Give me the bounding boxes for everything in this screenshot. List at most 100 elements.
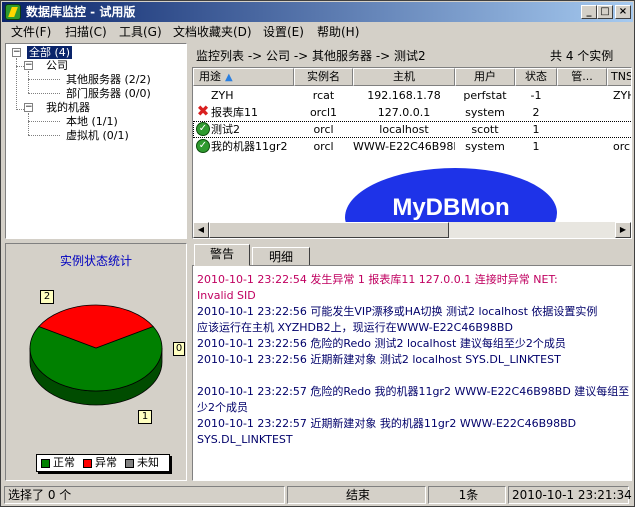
table-row[interactable]: ✓ 我的机器11gr2 orcl WWW-E22C46B98BD system … [193,138,631,155]
status-pie-chart [29,304,163,406]
menu-favorites[interactable]: 文档收藏夹(D) [173,25,252,40]
column-header-user[interactable]: 用户 [455,68,515,86]
chart-legend: 正常 异常 未知 [36,454,170,472]
horizontal-scrollbar[interactable]: ◀ ▶ [193,222,631,238]
main-window: 数据库监控 - 试用版 _ □ × 文件(F) 扫描(C) 工具(G) 文档收藏… [0,0,635,507]
cell-purpose: 测试2 [211,123,240,136]
logo-text: MyDBMon [392,194,510,221]
scroll-left-icon[interactable]: ◀ [193,222,209,238]
column-header-mgmt[interactable]: 管... [557,68,607,86]
status-time: 2010-10-1 23:21:34 [508,486,632,504]
tree-connector [28,93,60,94]
legend-normal-swatch [41,459,50,468]
alert-log[interactable]: 2010-10-1 23:22:54 发生异常 1 报表库11 127.0.0.… [192,265,632,481]
table-row[interactable]: ZYH rcat 192.168.1.78 perfstat -1 ZYH [193,87,631,104]
log-line: 2010-10-1 23:22:54 发生异常 1 报表库11 127.0.0.… [197,273,558,286]
close-button[interactable]: × [615,5,631,19]
cell-purpose: 报表库11 [211,106,258,119]
status-count: 1条 [428,486,506,504]
ok-icon: ✓ [196,139,210,153]
cell-purpose: 我的机器11gr2 [211,140,288,153]
title-bar[interactable]: 数据库监控 - 试用版 _ □ × [2,2,633,22]
legend-unknown-swatch [125,459,134,468]
cell-instance: orcl1 [309,106,338,119]
tree-connector [28,79,60,80]
cell-user: system [465,140,505,153]
tab-details[interactable]: 明细 [252,247,310,267]
menu-help[interactable]: 帮助(H) [317,25,359,40]
tree-node-company[interactable]: 公司 [46,59,68,72]
log-line: 少2个成员 [197,401,248,414]
column-header-state[interactable]: 状态 [515,68,557,86]
menu-scan[interactable]: 扫描(C) [65,25,107,40]
tree-connector [28,113,29,135]
collapse-company-icon[interactable]: − [24,61,33,70]
tree-connector [28,121,60,122]
tree-node-all[interactable]: 全部 (4) [27,46,73,59]
column-header-tns[interactable]: TNS [607,68,631,86]
table-row[interactable]: ✓ 测试2 orcl localhost scott 1 [193,121,631,138]
tree-node-my-machines[interactable]: 我的机器 [46,101,90,114]
pie-label-normal: 2 [40,290,54,304]
tree-node-dept-servers[interactable]: 部门服务器 (0/0) [66,87,151,100]
ok-icon: ✓ [196,122,210,136]
cell-tns: orc [613,140,631,153]
cell-user: system [465,106,505,119]
status-bar: 选择了 0 个 结束 1条 2010-10-1 23:21:34 [2,485,633,505]
column-header-purpose[interactable]: 用途 ▲ [193,68,294,86]
log-line: 2010-10-1 23:22:56 危险的Redo 测试2 localhost… [197,337,566,350]
status-selection: 选择了 0 个 [4,486,285,504]
log-line: 2010-10-1 23:22:57 近期新建对象 我的机器11gr2 WWW-… [197,417,577,430]
window-title: 数据库监控 - 试用版 [26,5,136,19]
legend-abnormal-swatch [83,459,92,468]
column-header-instance[interactable]: 实例名 [294,68,353,86]
cell-state: 1 [532,140,540,153]
collapse-my-machines-icon[interactable]: − [24,103,33,112]
server-tree[interactable]: − − − 全部 (4) 公司 其他服务器 (2/2) 部门服务器 (0/0) … [5,43,187,239]
column-header-label: 用途 [199,70,221,83]
maximize-button[interactable]: □ [597,5,613,19]
pie-label-abnormal: 1 [138,410,152,424]
legend-normal: 正常 [53,456,75,469]
sort-ascending-icon: ▲ [225,72,233,83]
instance-stats-panel: 实例状态统计 2 1 0 正常 异常 未知 [5,243,187,481]
tree-connector [28,135,60,136]
cell-instance: orcl [313,140,334,153]
cell-host: WWW-E22C46B98BD [353,140,455,153]
scrollbar-thumb[interactable] [209,222,449,238]
cell-user: perfstat [463,89,507,102]
legend-abnormal: 异常 [95,456,117,469]
cell-host: 127.0.0.1 [377,106,431,119]
status-state: 结束 [287,486,426,504]
tree-node-other-servers[interactable]: 其他服务器 (2/2) [66,73,151,86]
tree-node-local[interactable]: 本地 (1/1) [66,115,118,128]
cell-user: scott [471,123,499,136]
error-icon: ✖ [196,102,210,120]
instance-count: 共 4 个实例 [550,49,614,63]
legend-unknown: 未知 [137,456,159,469]
cell-host: localhost [379,123,429,136]
log-line: Invalid SID [197,289,256,302]
cell-instance: orcl [313,123,334,136]
menu-settings[interactable]: 设置(E) [263,25,304,40]
log-line: 2010-10-1 23:22:56 可能发生VIP漂移或HA切换 测试2 lo… [197,305,598,318]
tree-connector [16,66,24,67]
tab-alerts[interactable]: 警告 [194,244,250,266]
scroll-right-icon[interactable]: ▶ [615,222,631,238]
cell-instance: rcat [312,89,335,102]
menu-file[interactable]: 文件(F) [11,25,51,40]
menu-tools[interactable]: 工具(G) [119,25,162,40]
log-line: 应该运行在主机 XYZHDB2上，现运行在WWW-E22C46B98BD [197,321,513,334]
tree-node-vm[interactable]: 虚拟机 (0/1) [66,129,129,142]
collapse-root-icon[interactable]: − [12,48,21,57]
minimize-button[interactable]: _ [581,5,597,19]
tree-connector [16,109,24,110]
column-header-host[interactable]: 主机 [353,68,455,86]
cell-state: -1 [530,89,542,102]
cell-tns: ZYH [613,89,631,102]
table-row[interactable]: ✖ 报表库11 orcl1 127.0.0.1 system 2 [193,102,631,121]
cell-state: 2 [532,106,540,119]
menu-bar: 文件(F) 扫描(C) 工具(G) 文档收藏夹(D) 设置(E) 帮助(H) [2,23,633,42]
breadcrumb: 监控列表 -> 公司 -> 其他服务器 -> 测试2 [196,49,426,63]
instance-grid[interactable]: 用途 ▲ 实例名 主机 用户 状态 管... TNS ZYH rcat 192.1… [192,67,632,239]
